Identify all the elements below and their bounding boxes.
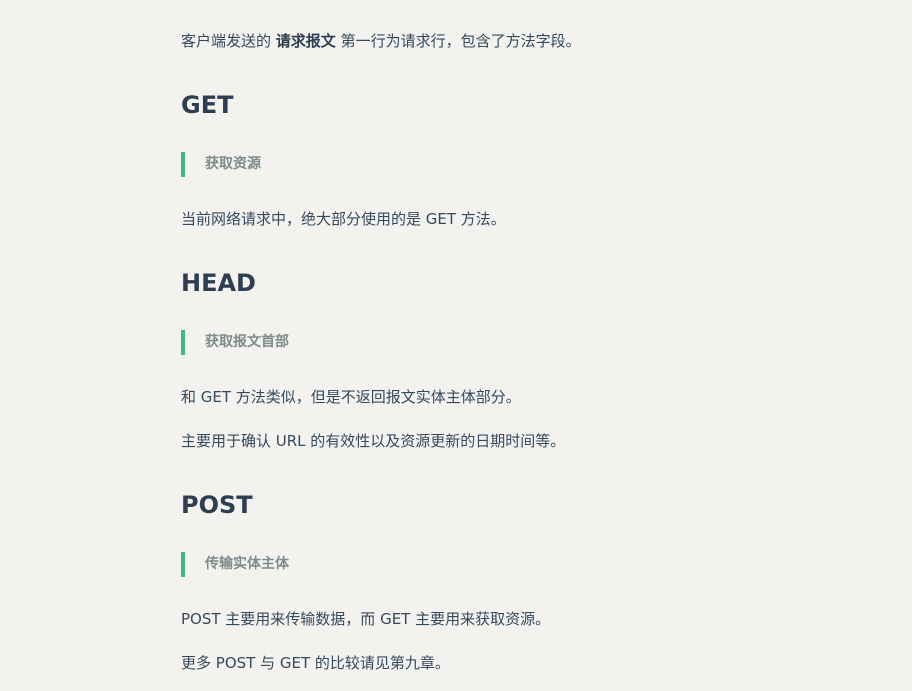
blockquote-get: 获取资源	[181, 152, 261, 177]
blockquote-post: 传输实体主体	[181, 552, 289, 577]
paragraph-head-1: 和 GET 方法类似，但是不返回报文实体主体部分。	[181, 388, 521, 406]
heading-head: HEAD	[181, 269, 256, 297]
intro-text-after: 第一行为请求行，包含了方法字段。	[335, 32, 581, 50]
heading-get: GET	[181, 91, 234, 119]
intro-paragraph: 客户端发送的 请求报文 第一行为请求行，包含了方法字段。	[181, 31, 581, 51]
intro-text-before: 客户端发送的	[181, 32, 276, 50]
blockquote-head: 获取报文首部	[181, 330, 289, 355]
paragraph-post-2: 更多 POST 与 GET 的比较请见第九章。	[181, 654, 450, 672]
paragraph-get-1: 当前网络请求中，绝大部分使用的是 GET 方法。	[181, 210, 506, 228]
paragraph-head-2: 主要用于确认 URL 的有效性以及资源更新的日期时间等。	[181, 432, 566, 450]
heading-post: POST	[181, 491, 253, 519]
intro-bold-term: 请求报文	[275, 32, 336, 50]
article-content: 客户端发送的 请求报文 第一行为请求行，包含了方法字段。 GET 获取资源 当前…	[0, 0, 912, 691]
paragraph-post-1: POST 主要用来传输数据，而 GET 主要用来获取资源。	[181, 610, 551, 628]
